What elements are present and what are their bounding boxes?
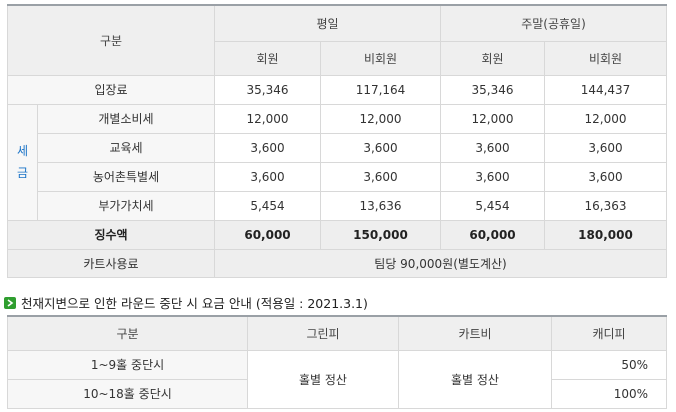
cell-value: 3,600	[320, 132, 441, 163]
cell-value: 3,600	[440, 132, 545, 163]
row-label: 징수액	[7, 219, 215, 250]
row-label: 1~9홀 중단시	[7, 349, 248, 380]
caddie-fee-value: 100%	[551, 378, 667, 409]
cell-value: 35,346	[440, 74, 545, 105]
header-weekday-non-member: 비회원	[320, 40, 441, 76]
table-row: 세 금 개별소비세 12,000 12,000 12,000 12,000	[7, 103, 668, 221]
caddie-fee-value: 50%	[551, 349, 667, 380]
cell-value: 144,437	[543, 74, 668, 105]
notice: 천재지변으로 인한 라운드 중단 시 요금 안내 (적용일 : 2021.3.1…	[4, 293, 368, 312]
cell-value: 12,000	[214, 103, 321, 134]
total-row: 징수액 60,000 150,000 60,000 180,000	[7, 219, 668, 250]
row-label: 부가가치세	[37, 190, 215, 221]
cell-value: 60,000	[440, 219, 545, 250]
cell-value: 150,000	[320, 219, 441, 250]
cell-value: 3,600	[543, 161, 668, 192]
header-caddie-fee: 캐디피	[551, 315, 667, 351]
cart-fee-value: 팀당 90,000원(별도계산)	[213, 248, 668, 278]
header-weekday-member: 회원	[214, 40, 321, 76]
cell-value: 180,000	[543, 219, 668, 250]
cell-value: 12,000	[320, 103, 441, 134]
cell-value: 60,000	[214, 219, 321, 250]
cart-fee-row: 카트사용료 팀당 90,000원(별도계산)	[7, 248, 668, 278]
header-weekday: 평일	[214, 4, 441, 42]
header-category: 구분	[7, 315, 248, 351]
table-row: 교육세 3,600 3,600 3,600 3,600	[8, 132, 668, 163]
notice-text: 천재지변으로 인한 라운드 중단 시 요금 안내 (적용일 : 2021.3.1…	[21, 296, 368, 311]
arrow-right-icon	[4, 296, 16, 309]
cell-value: 5,454	[214, 190, 321, 221]
cell-value: 16,363	[543, 190, 668, 221]
suspension-table: 구분 그린피 카트비 캐디피 1~9홀 중단시 홀별 정산 홀별 정산 50% …	[7, 315, 667, 409]
green-fee-value: 홀별 정산	[247, 349, 399, 409]
cell-value: 13,636	[320, 190, 441, 221]
table-row: 부가가치세 5,454 13,636 5,454 16,363	[8, 190, 668, 221]
cell-value: 35,346	[214, 74, 321, 105]
tax-group-label: 세 금	[7, 103, 38, 221]
cell-value: 3,600	[440, 161, 545, 192]
fee-table: 구분 평일 주말(공휴일) 회원 비회원 회원 비회원 입장료 35,346 1…	[7, 4, 668, 278]
cell-value: 117,164	[320, 74, 441, 105]
row-label: 개별소비세	[37, 103, 215, 134]
cell-value: 3,600	[214, 161, 321, 192]
table-row: 농어촌특별세 3,600 3,600 3,600 3,600	[8, 161, 668, 192]
row-label: 농어촌특별세	[37, 161, 215, 192]
header-green-fee: 그린피	[247, 315, 399, 351]
cell-value: 3,600	[543, 132, 668, 163]
row-label: 교육세	[37, 132, 215, 163]
header-weekend-member: 회원	[440, 40, 545, 76]
cell-value: 12,000	[543, 103, 668, 134]
header-category: 구분	[7, 4, 215, 76]
tax-group-text: 세 금	[16, 144, 29, 180]
header-weekend: 주말(공휴일)	[439, 4, 668, 42]
cell-value: 3,600	[214, 132, 321, 163]
cell-value: 3,600	[320, 161, 441, 192]
table-row: 1~9홀 중단시 홀별 정산 홀별 정산 50%	[7, 349, 667, 409]
cell-value: 5,454	[440, 190, 545, 221]
row-label: 카트사용료	[7, 248, 215, 278]
table-row: 입장료 35,346 117,164 35,346 144,437	[7, 74, 668, 105]
header-weekend-non-member: 비회원	[543, 40, 668, 76]
cart-fee-value: 홀별 정산	[398, 349, 552, 409]
cell-value: 12,000	[440, 103, 545, 134]
row-label: 입장료	[7, 74, 215, 105]
header-cart-fee: 카트비	[398, 315, 552, 351]
row-label: 10~18홀 중단시	[7, 378, 248, 409]
